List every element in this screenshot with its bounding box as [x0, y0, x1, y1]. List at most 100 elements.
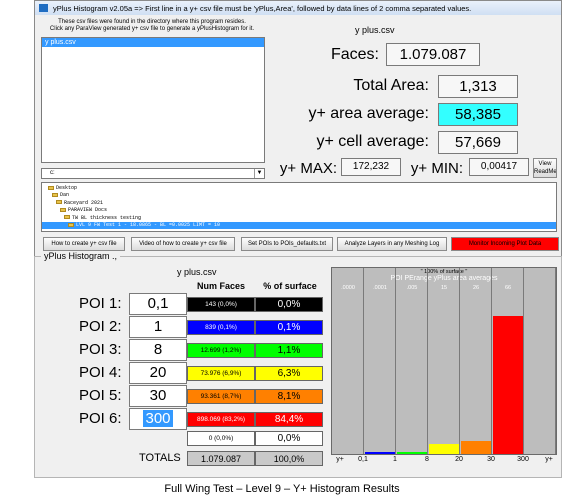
- poi-1-pct: 0,0%: [255, 297, 323, 312]
- chart-x-tick-label: y+: [336, 456, 344, 463]
- csv-info-line2: Click any ParaView generated y+ csv file…: [49, 26, 255, 32]
- tree-item-raceyard[interactable]: Raceyard 2021: [42, 200, 556, 207]
- poi-4-count: 73.976 (6,9%): [187, 366, 255, 381]
- poi-4-pct: 6,3%: [255, 366, 323, 381]
- poi-3-input[interactable]: 8: [129, 339, 187, 361]
- folder-icon: [64, 215, 70, 220]
- chart-top-label: .0001: [373, 285, 387, 291]
- chart-x-tick-label: 20: [455, 456, 463, 463]
- chart-top-label: 15: [440, 285, 448, 291]
- cell-average-label: y+ cell average:: [316, 133, 429, 150]
- poi-3-value: 8: [153, 341, 163, 358]
- chart-x-tick-label: 1: [393, 456, 397, 463]
- chart-column: [428, 268, 460, 454]
- folder-icon: [52, 193, 58, 198]
- chart-x-tick-label: 300: [517, 456, 529, 463]
- poi-3-pct: 1,1%: [255, 343, 323, 358]
- monitor-plot-data-button[interactable]: Monitor Incoming Plot Data: [451, 237, 559, 251]
- histogram-group-title: yPlus Histogram .,: [41, 251, 121, 261]
- chart-x-tick-label: 0,1: [358, 456, 368, 463]
- num-faces-header: Num Faces: [196, 281, 246, 291]
- tree-item-desktop[interactable]: Desktop: [42, 185, 556, 192]
- overflow-pct: 0,0%: [255, 431, 323, 446]
- poi-6-value: 300: [143, 410, 173, 427]
- tree-item-bl-testing[interactable]: TW BL thickness testing: [42, 215, 556, 222]
- chart-bar: [493, 315, 523, 454]
- csv-info-text: These csv files were found in the direct…: [43, 19, 261, 33]
- chart-column: [460, 268, 492, 454]
- poi-6-count: 898.069 (83,2%): [187, 412, 255, 427]
- poi-4-input[interactable]: 20: [129, 362, 187, 384]
- poi-3-count: 12.699 (1,2%): [187, 343, 255, 358]
- drive-select[interactable]: c: ▼: [41, 168, 265, 179]
- poi-5-pct: 8,1%: [255, 389, 323, 404]
- view-readme-line1: View: [538, 161, 552, 167]
- total-area-value: 1,313: [438, 75, 518, 98]
- chart-column: [332, 268, 364, 454]
- poi-6-pct: 84,4%: [255, 412, 323, 427]
- view-readme-line2: ReadMe: [534, 169, 557, 175]
- poi-2-label: POI 2:: [79, 318, 122, 335]
- title-bar: yPlus Histogram v2.05a => First line in …: [35, 1, 561, 15]
- chart-bar: [429, 443, 459, 454]
- tree-item-paraview-docs[interactable]: PARAVIEW Docs: [42, 207, 556, 214]
- poi-4-value: 20: [149, 364, 167, 381]
- area-average-label: y+ area average:: [308, 105, 429, 122]
- poi-5-count: 93.361 (8,7%): [187, 389, 255, 404]
- min-label: y+ MIN:: [410, 160, 463, 177]
- histogram-group: yPlus Histogram ., y plus.csv Num Faces …: [34, 251, 562, 478]
- csv-file-list[interactable]: y plus.csv: [41, 37, 265, 163]
- chart-top-label: 26: [472, 285, 480, 291]
- min-value: 0,00417: [469, 158, 529, 176]
- analyze-layers-button[interactable]: Analyze Layers in any Meshing Log: [337, 237, 447, 251]
- poi-6-input[interactable]: 300: [129, 408, 187, 430]
- poi-5-label: POI 5:: [79, 387, 122, 404]
- folder-icon: [68, 222, 74, 227]
- directory-tree[interactable]: Desktop Dan Raceyard 2021 PARAVIEW Docs …: [41, 182, 557, 232]
- faces-value: 1.079.087: [386, 43, 480, 66]
- poi-5-input[interactable]: 30: [129, 385, 187, 407]
- poi-2-input[interactable]: 1: [129, 316, 187, 338]
- folder-icon: [60, 207, 66, 212]
- set-pois-button[interactable]: Set POIs to POIs_defaults.txt: [241, 237, 333, 251]
- poi-3-label: POI 3:: [79, 341, 122, 358]
- poi-1-value: 0,1: [147, 295, 169, 312]
- chart-top-label: 66: [504, 285, 512, 291]
- folder-icon: [56, 200, 62, 205]
- window-title: yPlus Histogram v2.05a => First line in …: [53, 4, 472, 13]
- app-icon: [39, 4, 48, 12]
- chevron-down-icon[interactable]: ▼: [254, 169, 264, 178]
- chart-top-label: .0000: [341, 285, 355, 291]
- chart-column: [524, 268, 556, 454]
- poi-1-input[interactable]: 0,1: [129, 293, 187, 315]
- histogram-chart: " 100% of surface " POI PErange yPlus ar…: [331, 267, 557, 455]
- chart-x-tick-label: 30: [487, 456, 495, 463]
- drive-value: c:: [50, 170, 55, 176]
- total-area-label: Total Area:: [353, 77, 429, 94]
- tree-item-selected[interactable]: LVL 9 FW Test 1 - 18.0865 - BL =0.0025 L…: [42, 221, 556, 230]
- totals-label: TOTALS: [139, 452, 181, 464]
- how-to-create-csv-button[interactable]: How to create y+ csv file: [43, 237, 125, 251]
- video-csv-button[interactable]: Video of how to create y+ csv file: [131, 237, 235, 251]
- csv-file-item[interactable]: y plus.csv: [42, 38, 264, 47]
- chart-x-tick-label: 8: [425, 456, 429, 463]
- poi-2-pct: 0,1%: [255, 320, 323, 335]
- stats-file-name: y plus.csv: [355, 25, 395, 35]
- chart-bar: [365, 452, 395, 454]
- faces-label: Faces:: [330, 46, 379, 63]
- pct-surface-header: % of surface: [263, 281, 317, 291]
- view-readme-button[interactable]: View ReadMe: [533, 158, 557, 178]
- poi-2-value: 1: [153, 318, 163, 335]
- area-average-value: 58,385: [438, 103, 518, 126]
- poi-6-label: POI 6:: [79, 410, 122, 427]
- csv-info-line1: These csv files were found in the direct…: [58, 19, 246, 25]
- chart-top-label: .005: [406, 285, 418, 291]
- histogram-file-name: y plus.csv: [177, 267, 217, 277]
- poi-1-label: POI 1:: [79, 295, 122, 312]
- tree-item-dan[interactable]: Dan: [42, 192, 556, 199]
- poi-5-value: 30: [149, 387, 167, 404]
- folder-icon: [48, 185, 54, 190]
- overflow-count: 0 (0,0%): [187, 431, 255, 446]
- cell-average-value: 57,669: [438, 131, 518, 154]
- chart-x-tick-label: y+: [545, 456, 553, 463]
